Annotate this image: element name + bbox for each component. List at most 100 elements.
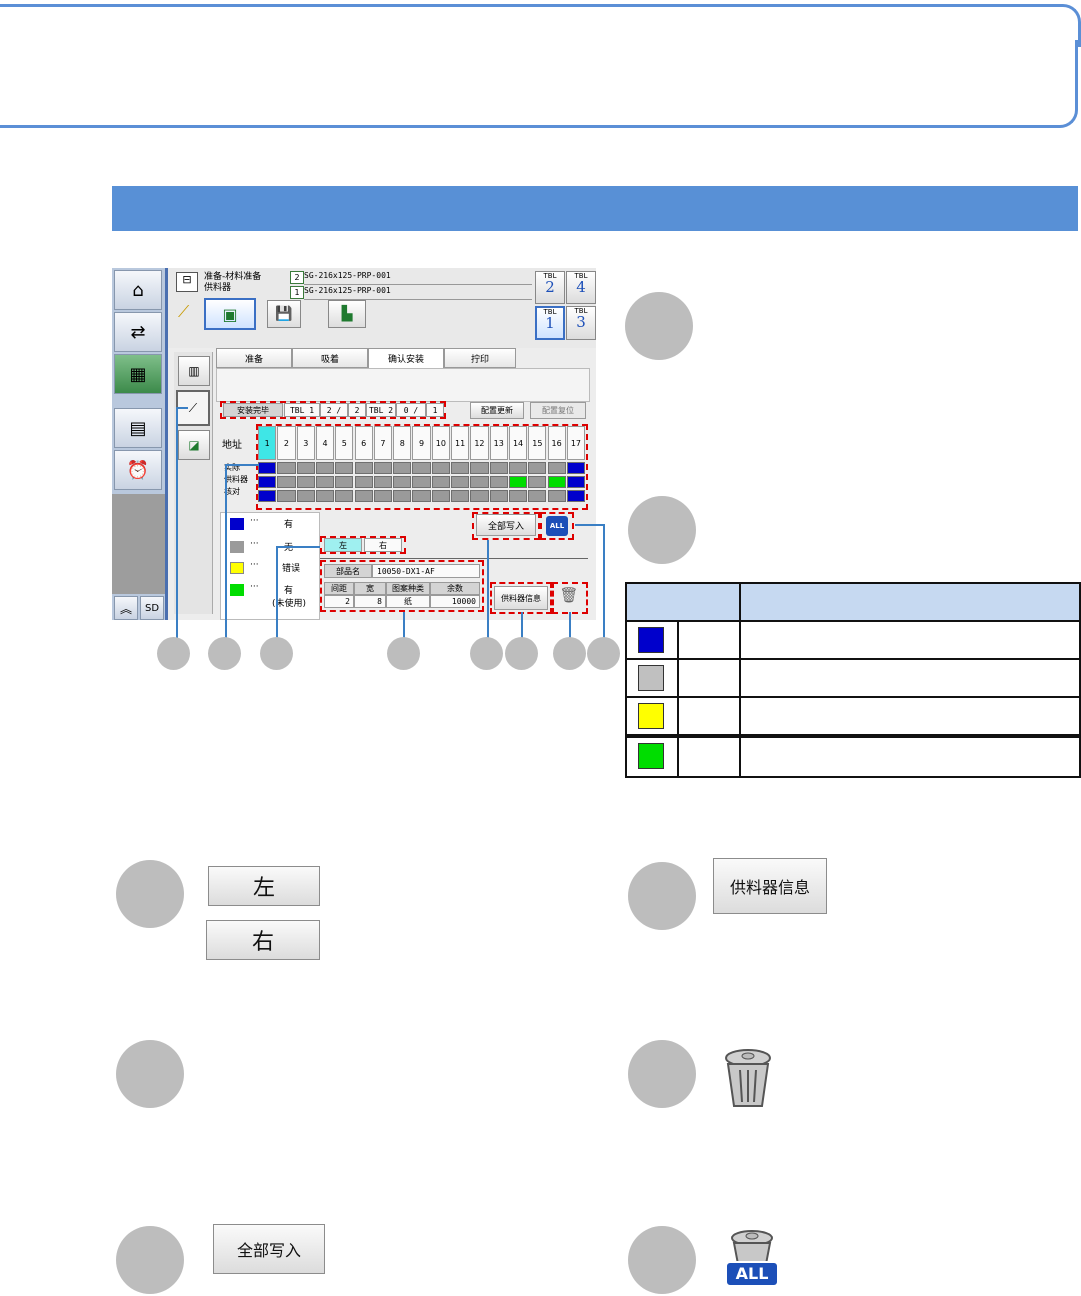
- grid-cell: [315, 476, 335, 488]
- grid-cell: [412, 462, 431, 474]
- feeder-tool-button[interactable]: ▣: [204, 298, 256, 330]
- report-icon[interactable]: ▤: [114, 408, 162, 448]
- remaining-value: 10000: [430, 595, 480, 608]
- detail-left-button: 左: [208, 866, 320, 906]
- grid-cell: [547, 462, 566, 474]
- pitch-header: 间距: [324, 582, 354, 595]
- callout-circle-large: [625, 292, 693, 360]
- feeder-icon: ⊟: [176, 272, 198, 292]
- address-cell[interactable]: 7: [373, 426, 393, 460]
- callout-circle-large: [116, 860, 184, 928]
- side-right-button[interactable]: 右: [364, 538, 402, 552]
- tab-prepare[interactable]: 准备: [216, 348, 292, 368]
- address-cell[interactable]: 1: [258, 426, 277, 460]
- sd-card-icon[interactable]: SD: [140, 596, 164, 620]
- row-labels: 实际 供料器 核对: [224, 462, 254, 498]
- program-name-2: SG-216x125-PRP-001: [304, 286, 532, 300]
- status-tbl1-count: 2 /: [320, 403, 348, 417]
- feeder-info-button[interactable]: 供料器信息: [494, 586, 548, 610]
- address-cell[interactable]: 13: [489, 426, 508, 460]
- address-cell[interactable]: 16: [547, 426, 566, 460]
- width-header: 宽: [354, 582, 386, 595]
- status-tbl2-count: 0 /: [396, 403, 426, 417]
- chevron-up-icon[interactable]: ︽: [114, 596, 138, 620]
- width-value: 8: [354, 595, 386, 608]
- home-icon[interactable]: ⌂: [114, 270, 162, 310]
- tbl-3-button[interactable]: TBL 3: [566, 306, 596, 340]
- address-cell[interactable]: 5: [335, 426, 354, 460]
- address-cell[interactable]: 6: [354, 426, 373, 460]
- address-cell[interactable]: 15: [528, 426, 547, 460]
- address-cell[interactable]: 11: [451, 426, 470, 460]
- title-frame-bottom: [0, 125, 1045, 128]
- alarm-clock-icon[interactable]: ⏰: [114, 450, 162, 490]
- title-frame-corner-bottom: [1040, 90, 1078, 128]
- callout-circle-large: [628, 496, 696, 564]
- address-cell[interactable]: 12: [470, 426, 489, 460]
- remaining-header: 余数: [430, 582, 480, 595]
- blank-panel: [216, 368, 590, 402]
- legend-swatch-green: [230, 584, 244, 596]
- grid-cell: [489, 490, 508, 502]
- color-swatch-yellow: [638, 703, 664, 729]
- delete-all-icon[interactable]: ALL: [546, 516, 568, 536]
- callout-circle: [260, 637, 293, 670]
- part-name-value: 10050-DX1-AF: [372, 564, 480, 578]
- grid-cell: [373, 462, 393, 474]
- callout-circle: [387, 637, 420, 670]
- address-cell[interactable]: 3: [296, 426, 315, 460]
- tbl-4-button[interactable]: TBL 4: [566, 271, 596, 304]
- grid-cell: [373, 476, 393, 488]
- program-name-1: SG-216x125-PRP-001: [304, 271, 532, 285]
- callout-circle-large: [628, 1040, 696, 1108]
- nozzle-icon[interactable]: ▥: [178, 356, 210, 386]
- grid-cell: [335, 462, 354, 474]
- legend-text-1: 有: [284, 520, 294, 530]
- stencil-icon[interactable]: ◪: [178, 430, 210, 460]
- grid-cell: [566, 490, 586, 502]
- tbl-1-button[interactable]: TBL 1: [535, 306, 565, 340]
- tab-pickup[interactable]: 吸着: [292, 348, 368, 368]
- arrangement-update-button[interactable]: 配置更新: [470, 402, 524, 419]
- grid-cell: [547, 490, 566, 502]
- side-left-button[interactable]: 左: [324, 538, 362, 552]
- grid-cell: [315, 462, 335, 474]
- program-badge-1: 2: [290, 271, 304, 284]
- address-cell[interactable]: 17: [566, 426, 586, 460]
- grid-cell: [277, 476, 296, 488]
- legend-dots: ···: [250, 582, 259, 592]
- arrangement-reset-button[interactable]: 配置复位: [530, 402, 586, 419]
- legend-swatch-blue: [230, 518, 244, 530]
- grid-cell: [335, 476, 354, 488]
- address-cell[interactable]: 4: [315, 426, 335, 460]
- trash-icon[interactable]: 🗑: [558, 586, 580, 610]
- callout-circle-large: [628, 862, 696, 930]
- legend-swatch-gray: [230, 541, 244, 553]
- color-swatch-blue: [638, 627, 664, 653]
- address-cell[interactable]: 14: [508, 426, 528, 460]
- grid-cell: [354, 476, 373, 488]
- callout-circle: [470, 637, 503, 670]
- grid-cell: [277, 462, 296, 474]
- grid-cell: [489, 462, 508, 474]
- address-cell[interactable]: 2: [277, 426, 296, 460]
- color-swatch-gray: [638, 665, 664, 691]
- address-label: 地址: [222, 439, 242, 451]
- chart-tool-icon[interactable]: ▙: [328, 300, 366, 328]
- tab-print[interactable]: 拧印: [444, 348, 516, 368]
- tab-confirm-mount[interactable]: 确认安装: [368, 348, 444, 368]
- transfer-icon[interactable]: ⇄: [114, 312, 162, 352]
- pattern-header: 图案种类: [386, 582, 430, 595]
- address-cell[interactable]: 9: [412, 426, 431, 460]
- tbl-2-button[interactable]: TBL 2: [535, 271, 565, 304]
- write-all-button[interactable]: 全部写入: [476, 514, 536, 536]
- address-cell[interactable]: 8: [393, 426, 412, 460]
- legend-dots: ···: [250, 539, 259, 549]
- callout-line-7: [569, 612, 571, 639]
- save-icon[interactable]: 💾: [267, 300, 301, 328]
- board-icon[interactable]: ▦: [114, 354, 162, 394]
- address-cell[interactable]: 10: [431, 426, 450, 460]
- callout-line-3b: [276, 546, 320, 548]
- grid-cell: [373, 490, 393, 502]
- grid-cell: [431, 476, 450, 488]
